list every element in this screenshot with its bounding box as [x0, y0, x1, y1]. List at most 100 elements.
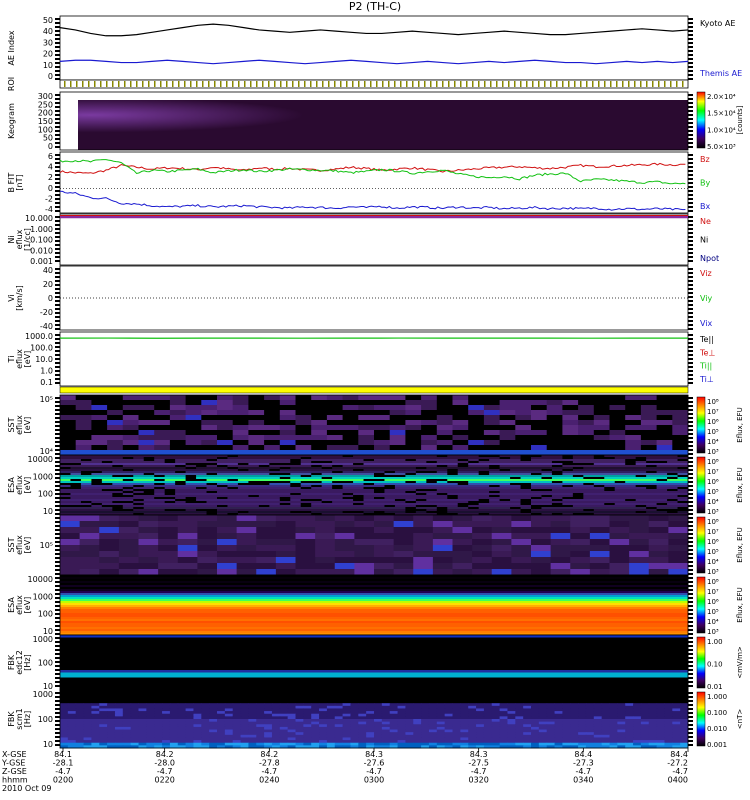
esa2-ytick: 100: [38, 610, 53, 619]
sst2-cell: [452, 563, 473, 570]
sst1-cell: [201, 415, 218, 421]
sst1-cell: [531, 425, 548, 431]
roi-mark: [154, 81, 156, 87]
sst2-cell: [374, 563, 395, 570]
sst1-cell: [531, 445, 548, 451]
sst1-cell: [248, 435, 265, 441]
roi-mark: [532, 81, 534, 87]
esa2-right-tick: [688, 577, 693, 579]
sst1-cell: [421, 420, 438, 426]
sst1-cell: [672, 425, 689, 431]
sst2-cell: [531, 557, 552, 564]
sst1-cell: [91, 420, 108, 426]
roi-mark: [598, 81, 600, 87]
sst1-cell: [138, 430, 155, 436]
sst1-cell: [358, 425, 375, 431]
ae-left-tick: [55, 66, 60, 68]
keogram-left-tick: [55, 134, 60, 136]
sst2-cell: [256, 545, 277, 552]
sst1-cell: [295, 395, 312, 401]
ae-left-tick: [55, 54, 60, 56]
sst1-colorbar-label: Eflux, EFU: [736, 407, 744, 442]
sst1-cell: [169, 415, 187, 421]
sst1-left-tick: [55, 421, 60, 423]
sst1-cell: [562, 430, 579, 436]
sst1-cell: [562, 410, 579, 416]
sst1-cell: [499, 430, 516, 436]
sst1-cell: [60, 430, 77, 436]
velocity-left-tick: [55, 280, 60, 282]
sst2-cell: [550, 557, 571, 564]
panels: AE Index50403020100Kyoto AEThemis AEROIK…: [7, 15, 744, 749]
esa2-left-tick: [55, 605, 60, 607]
keogram-right-tick: [688, 106, 693, 108]
sst1-cell: [499, 405, 516, 411]
sst2-left-tick: [55, 573, 60, 575]
sst1-cell: [436, 430, 453, 436]
sst2-cell: [275, 539, 297, 546]
esa2-right-tick: [688, 593, 693, 595]
sst2-cell: [217, 569, 238, 576]
bfield-right-tick: [688, 166, 693, 168]
sst1-cell: [279, 415, 296, 421]
roi-mark: [364, 81, 366, 87]
bfield-frame: [59, 151, 689, 214]
velocity-ytick: -20: [40, 308, 53, 317]
sst1-cell: [107, 435, 124, 441]
sst2-cell: [275, 551, 297, 558]
velocity-left-tick: [55, 300, 60, 302]
sst1-cell: [264, 410, 281, 416]
sst1-cell: [60, 425, 77, 431]
sst2-cell: [629, 527, 650, 534]
roi-mark: [118, 81, 120, 87]
ae-right-tick: [688, 70, 693, 72]
sst1-cell: [656, 440, 673, 446]
density-legend-2: Npot: [700, 254, 719, 263]
temperature-left-tick: [55, 362, 60, 364]
sst1-cell: [421, 445, 438, 451]
sst2-cell: [256, 551, 277, 558]
sst2-cell: [158, 569, 179, 576]
sst1-cell: [107, 430, 124, 436]
sst1-cell: [358, 405, 375, 411]
sst1-cell: [578, 440, 595, 446]
temperature-right-tick: [688, 370, 693, 372]
sst2-colorbar-tick: 10³: [707, 568, 719, 576]
sst2-cell: [432, 545, 454, 552]
sst1-cell: [546, 400, 563, 406]
sst2-left-tick: [55, 569, 60, 571]
sst1-cell: [515, 410, 532, 416]
sst2-cell: [570, 569, 591, 576]
sst2-right-tick: [688, 557, 693, 559]
sst2-cell: [413, 557, 434, 564]
sst2-cell: [472, 539, 493, 546]
sst1-cell: [138, 410, 155, 416]
sst1-cell: [75, 415, 92, 421]
roi-mark: [526, 81, 528, 87]
fbk1-spectrogram: [60, 635, 689, 691]
roi-mark: [676, 81, 678, 87]
sst1-cell: [122, 400, 139, 406]
sst2-cell: [609, 545, 630, 552]
sst2-cell: [79, 539, 100, 546]
sst1-cell: [640, 440, 658, 446]
sst1-cell: [342, 420, 359, 426]
sst1-cell: [279, 445, 296, 451]
sst2-cell: [472, 557, 493, 564]
sst2-cell: [629, 563, 650, 570]
sst1-cell: [593, 410, 610, 416]
bfield-right-tick: [688, 174, 693, 176]
sst1-right-tick: [688, 417, 693, 419]
sst2-cell: [629, 539, 650, 546]
sst1-cell: [656, 445, 673, 451]
sst2-cell: [511, 521, 532, 528]
roi-mark: [172, 81, 174, 87]
sst1-colorbar-tick: 10⁶: [707, 418, 719, 426]
esa2-ytick: 1000: [33, 592, 53, 601]
sst2-cell: [570, 563, 591, 570]
sst2-cell: [648, 533, 669, 540]
keogram-right-tick: [688, 122, 693, 124]
sst2-right-tick: [688, 561, 693, 563]
sst2-cell: [668, 551, 689, 558]
esa1-right-tick: [688, 497, 693, 499]
